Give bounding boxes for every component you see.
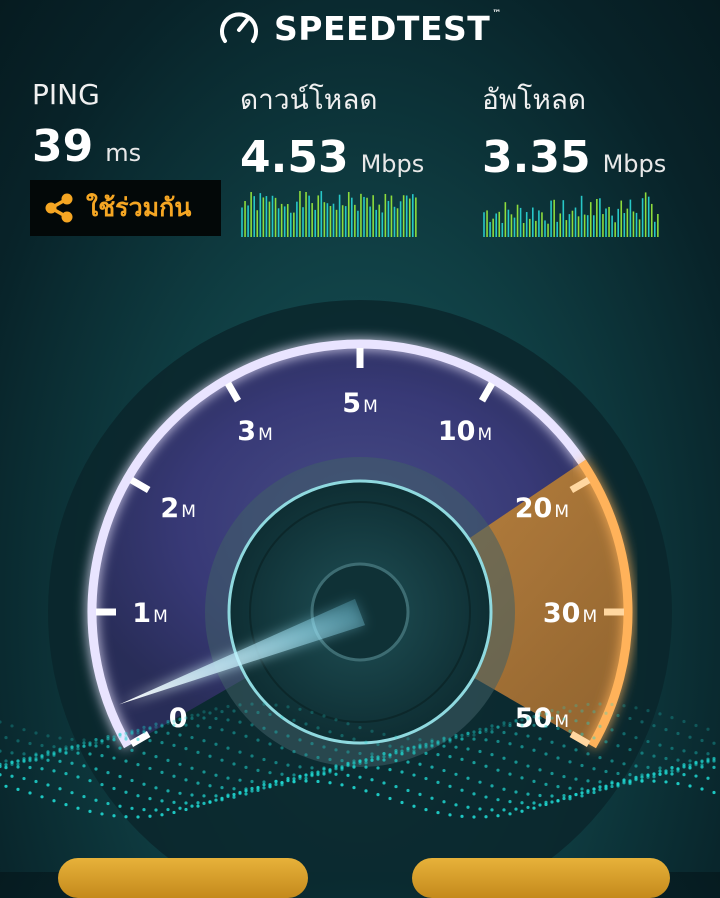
download-metric: ดาวน์โหลด 4.53 Mbps [240,78,424,183]
speedometer-icon [220,12,258,43]
share-icon [45,193,73,223]
bottom-button-left[interactable] [58,858,308,898]
upload-sparkline [483,192,659,237]
app-header: SPEEDTEST ™ [0,0,720,60]
speedtest-logo: SPEEDTEST ™ [218,8,502,48]
speed-gauge: 01 M2 M3 M5 M10 M20 M30 M50 M [0,300,716,872]
upload-metric: อัพโหลด 3.35 Mbps [482,78,666,183]
download-label: ดาวน์โหลด [240,83,378,116]
download-unit: Mbps [360,150,425,178]
upload-unit: Mbps [602,150,667,178]
download-sparkline [241,191,417,237]
upload-label: อัพโหลด [482,83,587,116]
logo-text: SPEEDTEST ™ [274,8,502,48]
download-value: 4.53 [240,132,349,183]
bottom-button-right[interactable] [412,858,670,898]
ping-value: 39 [32,121,94,172]
ping-label: PING [32,78,100,111]
ping-unit: ms [105,139,142,167]
ping-metric: PING 39 ms [32,78,141,172]
share-button[interactable]: ใช้ร่วมกัน [30,180,221,236]
share-label: ใช้ร่วมกัน [86,193,192,222]
upload-value: 3.35 [482,132,591,183]
